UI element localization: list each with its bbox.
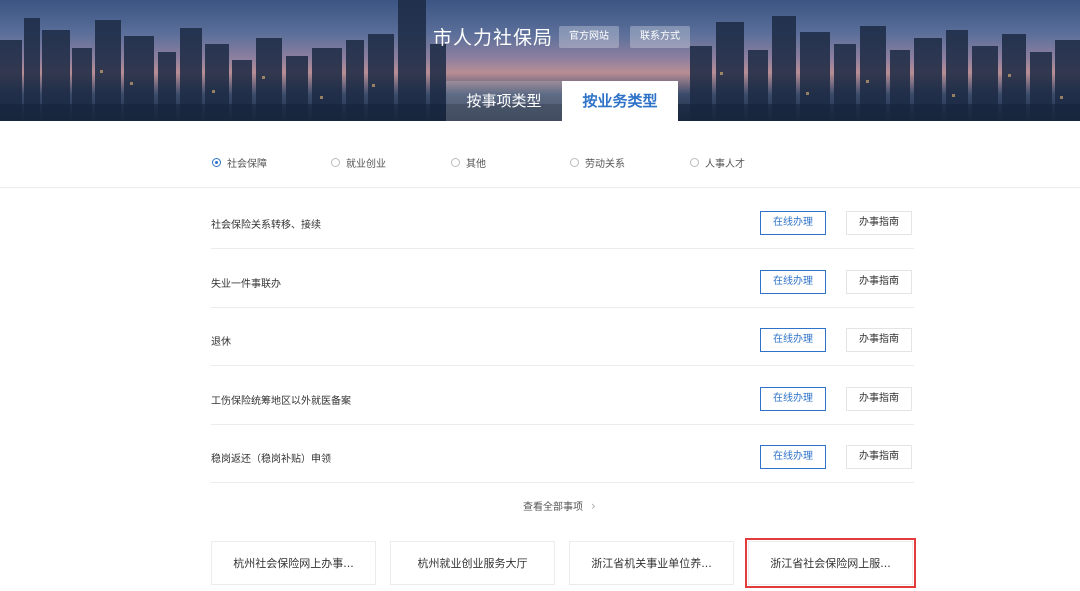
view-all-items-link[interactable]: 查看全部事项 › [523, 498, 596, 514]
radio-label: 人事人才 [705, 159, 745, 170]
service-name: 退休 [211, 337, 231, 348]
radio-unchecked-icon [331, 158, 340, 167]
list-item: 退休 在线办理 办事指南 [211, 308, 914, 366]
service-name: 失业一件事联办 [211, 279, 281, 290]
quick-link-zhejiang-institution-pension[interactable]: 浙江省机关事业单位养... [569, 541, 734, 585]
service-guide-button[interactable]: 办事指南 [846, 445, 912, 469]
official-site-link[interactable]: 官方网站 [559, 26, 619, 48]
radio-labor-relations[interactable]: 劳动关系 [570, 155, 625, 170]
tab-by-business-type[interactable]: 按业务类型 [562, 81, 678, 121]
header-banner: 市人力社保局 官方网站 联系方式 按事项类型 按业务类型 [0, 0, 1080, 121]
quick-link-hangzhou-social-insurance[interactable]: 杭州社会保险网上办事... [211, 541, 376, 585]
service-name: 工伤保险统筹地区以外就医备案 [211, 396, 351, 407]
chevron-right-icon: › [591, 498, 596, 513]
radio-label: 劳动关系 [585, 159, 625, 170]
service-guide-button[interactable]: 办事指南 [846, 328, 912, 352]
page-title: 市人力社保局 [433, 27, 554, 49]
radio-unchecked-icon [690, 158, 699, 167]
radio-label: 就业创业 [346, 159, 386, 170]
tab-by-item-type[interactable]: 按事项类型 [446, 81, 562, 121]
quick-link-hangzhou-employment-hall[interactable]: 杭州就业创业服务大厅 [390, 541, 555, 585]
online-service-button[interactable]: 在线办理 [760, 445, 826, 469]
online-service-button[interactable]: 在线办理 [760, 328, 826, 352]
list-item: 工伤保险统筹地区以外就医备案 在线办理 办事指南 [211, 367, 914, 425]
radio-other[interactable]: 其他 [451, 155, 486, 170]
quick-link-zhejiang-social-insurance-online[interactable]: 浙江省社会保险网上服... [745, 538, 916, 588]
service-name: 稳岗返还（稳岗补贴）申领 [211, 454, 331, 465]
radio-unchecked-icon [570, 158, 579, 167]
radio-label: 其他 [466, 159, 486, 170]
online-service-button[interactable]: 在线办理 [760, 387, 826, 411]
online-service-button[interactable]: 在线办理 [760, 270, 826, 294]
list-item: 稳岗返还（稳岗补贴）申领 在线办理 办事指南 [211, 425, 914, 483]
radio-personnel-talent[interactable]: 人事人才 [690, 155, 745, 170]
view-all-label: 查看全部事项 [523, 502, 583, 513]
radio-social-security[interactable]: 社会保障 [212, 155, 267, 170]
radio-label: 社会保障 [227, 159, 267, 170]
radio-checked-icon [212, 158, 221, 167]
service-guide-button[interactable]: 办事指南 [846, 387, 912, 411]
service-guide-button[interactable]: 办事指南 [846, 270, 912, 294]
service-guide-button[interactable]: 办事指南 [846, 211, 912, 235]
list-item: 失业一件事联办 在线办理 办事指南 [211, 250, 914, 308]
list-item: 社会保险关系转移、接续 在线办理 办事指南 [211, 191, 914, 249]
contact-link[interactable]: 联系方式 [630, 26, 690, 48]
service-name: 社会保险关系转移、接续 [211, 220, 321, 231]
radio-employment[interactable]: 就业创业 [331, 155, 386, 170]
category-filter-bar: 社会保障 就业创业 其他 劳动关系 人事人才 [0, 121, 1080, 188]
online-service-button[interactable]: 在线办理 [760, 211, 826, 235]
radio-unchecked-icon [451, 158, 460, 167]
